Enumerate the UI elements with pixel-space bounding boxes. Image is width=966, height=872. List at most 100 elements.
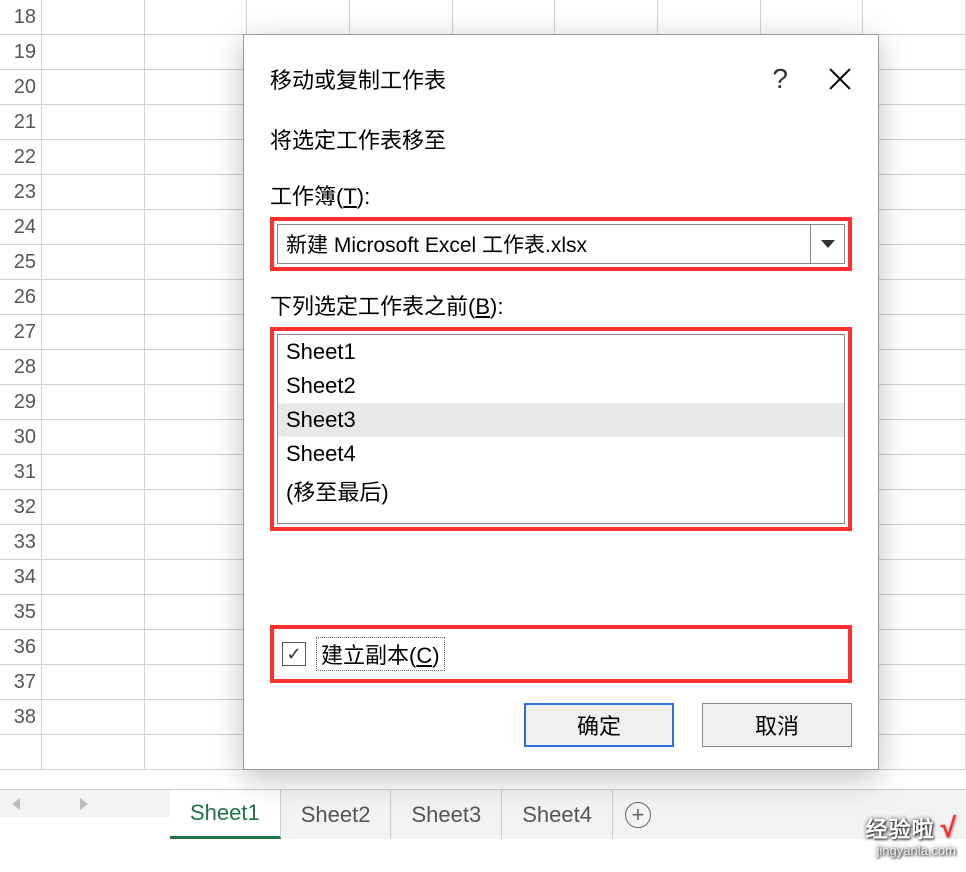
list-item[interactable]: Sheet1 xyxy=(278,335,844,369)
cell[interactable] xyxy=(42,35,145,69)
row-header[interactable]: 22 xyxy=(0,140,42,174)
cell[interactable] xyxy=(42,210,145,244)
cell[interactable] xyxy=(42,665,145,699)
list-item[interactable]: Sheet4 xyxy=(278,437,844,471)
cell[interactable] xyxy=(350,0,453,34)
list-item[interactable]: Sheet3 xyxy=(278,403,844,437)
cell[interactable] xyxy=(42,420,145,454)
sheet-tab[interactable]: Sheet2 xyxy=(281,790,392,839)
cell[interactable] xyxy=(145,35,248,69)
cell[interactable] xyxy=(761,0,864,34)
cell[interactable] xyxy=(145,140,248,174)
row-header[interactable]: 37 xyxy=(0,665,42,699)
create-copy-checkbox[interactable]: ✓ xyxy=(282,642,306,666)
row-header[interactable]: 28 xyxy=(0,350,42,384)
row-header[interactable]: 38 xyxy=(0,700,42,734)
horizontal-scroll-nav[interactable] xyxy=(0,789,170,817)
combobox-dropdown-button[interactable] xyxy=(810,225,844,263)
row-header[interactable]: 32 xyxy=(0,490,42,524)
row-header[interactable]: 36 xyxy=(0,630,42,664)
row-header[interactable]: 21 xyxy=(0,105,42,139)
cell[interactable] xyxy=(42,490,145,524)
cell[interactable] xyxy=(145,70,248,104)
dialog-title: 移动或复制工作表 xyxy=(270,63,446,95)
cell[interactable] xyxy=(145,490,248,524)
cell[interactable] xyxy=(555,0,658,34)
cell[interactable] xyxy=(42,350,145,384)
cell[interactable] xyxy=(145,0,248,34)
cell[interactable] xyxy=(42,700,145,734)
cell[interactable] xyxy=(42,630,145,664)
before-sheet-label: 下列选定工作表之前(B): xyxy=(270,289,852,321)
row-header[interactable]: 31 xyxy=(0,455,42,489)
row-header[interactable]: 34 xyxy=(0,560,42,594)
cell[interactable] xyxy=(658,0,761,34)
workbook-combobox[interactable]: 新建 Microsoft Excel 工作表.xlsx xyxy=(277,224,845,264)
row-header[interactable]: 19 xyxy=(0,35,42,69)
row-header[interactable]: 20 xyxy=(0,70,42,104)
new-sheet-button[interactable]: + xyxy=(613,790,663,839)
sheet-tab[interactable]: Sheet1 xyxy=(170,790,281,839)
cell[interactable] xyxy=(42,560,145,594)
scroll-left-icon[interactable] xyxy=(12,798,20,810)
sheet-tab[interactable]: Sheet4 xyxy=(502,790,613,839)
cell[interactable] xyxy=(42,175,145,209)
cell[interactable] xyxy=(42,595,145,629)
cell[interactable] xyxy=(42,315,145,349)
cell[interactable] xyxy=(145,350,248,384)
cell[interactable] xyxy=(145,245,248,279)
help-icon[interactable]: ? xyxy=(772,63,788,95)
cell[interactable] xyxy=(42,140,145,174)
row-header[interactable]: 23 xyxy=(0,175,42,209)
cell[interactable] xyxy=(145,525,248,559)
cell[interactable] xyxy=(145,560,248,594)
close-icon[interactable] xyxy=(828,67,852,91)
cell[interactable] xyxy=(247,0,350,34)
row-header[interactable]: 27 xyxy=(0,315,42,349)
row-header[interactable]: 26 xyxy=(0,280,42,314)
move-or-copy-dialog: 移动或复制工作表 ? 将选定工作表移至 工作簿(T): 新建 Microsoft… xyxy=(243,34,879,770)
list-item[interactable]: (移至最后) xyxy=(278,471,844,511)
cell[interactable] xyxy=(42,70,145,104)
cell[interactable] xyxy=(42,0,145,34)
cell[interactable] xyxy=(145,595,248,629)
cell[interactable] xyxy=(145,455,248,489)
cell[interactable] xyxy=(145,735,248,769)
ok-button[interactable]: 确定 xyxy=(524,703,674,747)
workbook-combo-highlight: 新建 Microsoft Excel 工作表.xlsx xyxy=(270,217,852,271)
cell[interactable] xyxy=(42,385,145,419)
cell[interactable] xyxy=(145,420,248,454)
row-header[interactable]: 35 xyxy=(0,595,42,629)
cell[interactable] xyxy=(145,315,248,349)
row-header[interactable] xyxy=(0,735,42,769)
dialog-titlebar: 移动或复制工作表 ? xyxy=(270,63,852,95)
cell[interactable] xyxy=(145,280,248,314)
row-header[interactable]: 33 xyxy=(0,525,42,559)
cell[interactable] xyxy=(145,665,248,699)
scroll-right-icon[interactable] xyxy=(80,798,88,810)
row-header[interactable]: 18 xyxy=(0,0,42,34)
row-header[interactable]: 30 xyxy=(0,420,42,454)
cell[interactable] xyxy=(42,525,145,559)
cell[interactable] xyxy=(42,455,145,489)
cell[interactable] xyxy=(863,0,966,34)
row-header[interactable]: 25 xyxy=(0,245,42,279)
cell[interactable] xyxy=(145,210,248,244)
sheet-tab[interactable]: Sheet3 xyxy=(391,790,502,839)
cell[interactable] xyxy=(145,630,248,664)
cell[interactable] xyxy=(145,385,248,419)
list-item[interactable]: Sheet2 xyxy=(278,369,844,403)
cell[interactable] xyxy=(42,245,145,279)
cell[interactable] xyxy=(453,0,556,34)
cancel-button[interactable]: 取消 xyxy=(702,703,852,747)
sheet-listbox[interactable]: Sheet1Sheet2Sheet3Sheet4(移至最后) xyxy=(277,334,845,524)
row-header[interactable]: 29 xyxy=(0,385,42,419)
cell[interactable] xyxy=(42,735,145,769)
cell[interactable] xyxy=(42,105,145,139)
cell[interactable] xyxy=(145,105,248,139)
cell[interactable] xyxy=(145,700,248,734)
grid-row[interactable]: 18 xyxy=(0,0,966,35)
cell[interactable] xyxy=(42,280,145,314)
cell[interactable] xyxy=(145,175,248,209)
row-header[interactable]: 24 xyxy=(0,210,42,244)
